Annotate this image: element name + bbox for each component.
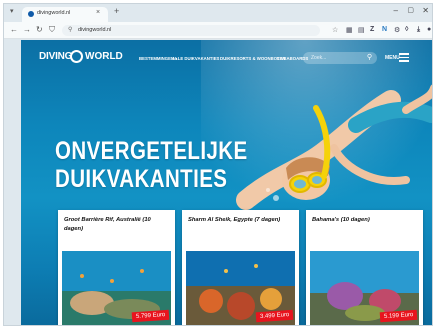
trip-card-bahamas[interactable]: Bahama's (10 dagen) 5.199 Euro (306, 210, 423, 325)
hamburger-menu-icon[interactable] (399, 53, 409, 62)
new-tab-button[interactable]: + (114, 6, 119, 16)
url-text: divingworld.nl (78, 27, 112, 33)
minimize-icon[interactable]: – (394, 6, 398, 15)
hero-line-1: ONVERGETELIJKE (55, 137, 248, 165)
extension-n-icon[interactable]: N (382, 26, 387, 33)
site-favicon-icon (28, 11, 34, 17)
search-icon[interactable]: ⚲ (367, 53, 372, 61)
extension-icon-2[interactable]: ▤ (358, 26, 365, 34)
browser-toolbar: ← → ↻ ⛉ ⚲ divingworld.nl ☆ ▦ ▤ Z N ⚙ ◊ ⤓… (4, 22, 432, 39)
menu-label[interactable]: MENU (385, 55, 400, 61)
site-search-input[interactable]: Zoek... ⚲ (303, 52, 377, 64)
back-icon[interactable]: ← (10, 25, 18, 34)
address-bar[interactable]: ⚲ divingworld.nl (62, 25, 320, 36)
trip-card-egypt[interactable]: Sharm Al Sheik, Egypte (7 dagen) 3.499 E… (182, 210, 299, 325)
reload-icon[interactable]: ↻ (36, 25, 43, 34)
hero-headline: ONVERGETELIJKE DUIKVAKANTIES (55, 137, 248, 193)
extension-icon-1[interactable]: ▦ (346, 26, 353, 34)
tab-strip: ▾ divingworld.nl × + – ▢ ✕ (4, 4, 432, 22)
download-icon[interactable]: ⤓ (417, 26, 420, 34)
search-placeholder: Zoek... (311, 55, 327, 61)
tune-icon[interactable]: ⚲ (68, 26, 72, 33)
logo-right-text[interactable]: WORLD (85, 51, 123, 62)
browser-window: ▾ divingworld.nl × + – ▢ ✕ ← → ↻ ⛉ ⚲ div… (3, 3, 433, 326)
forward-icon[interactable]: → (23, 25, 31, 34)
profile-icon[interactable]: ● (427, 26, 431, 33)
card-title[interactable]: Groot Barrière Rif, Australië (10 dagen) (64, 216, 170, 234)
web-page: DIVING WORLD BESTEMMINGEN ▾ ALLE DUIKVAK… (21, 40, 432, 325)
trip-card-australia[interactable]: Groot Barrière Rif, Australië (10 dagen)… (58, 210, 175, 325)
site-info-icon[interactable]: ⛉ (49, 25, 55, 35)
tab-search-icon[interactable]: ▾ (10, 7, 14, 15)
tab-title: divingworld.nl (37, 10, 71, 16)
logo-ring-icon[interactable] (70, 50, 83, 63)
card-title[interactable]: Sharm Al Sheik, Egypte (7 dagen) (188, 216, 294, 225)
bookmark-star-icon[interactable]: ☆ (332, 26, 338, 34)
window-close-icon[interactable]: ✕ (422, 6, 429, 15)
extension-z-icon[interactable]: Z (370, 26, 374, 33)
browser-tab[interactable]: divingworld.nl × (22, 7, 108, 22)
extensions-puzzle-icon[interactable]: ◊ (405, 26, 408, 33)
extension-gear-icon[interactable]: ⚙ (394, 26, 400, 34)
logo-left-text[interactable]: DIVING (39, 51, 72, 62)
tab-close-icon[interactable]: × (96, 9, 100, 16)
maximize-icon[interactable]: ▢ (407, 6, 414, 14)
hero-line-2: DUIKVAKANTIES (55, 165, 228, 193)
nav-alle-duikvakanties[interactable]: ALLE DUIKVAKANTIES (172, 56, 219, 61)
card-title[interactable]: Bahama's (10 dagen) (312, 216, 418, 225)
nav-duikresorts[interactable]: DUIKRESORTS & WOONBOTEN (220, 56, 286, 61)
